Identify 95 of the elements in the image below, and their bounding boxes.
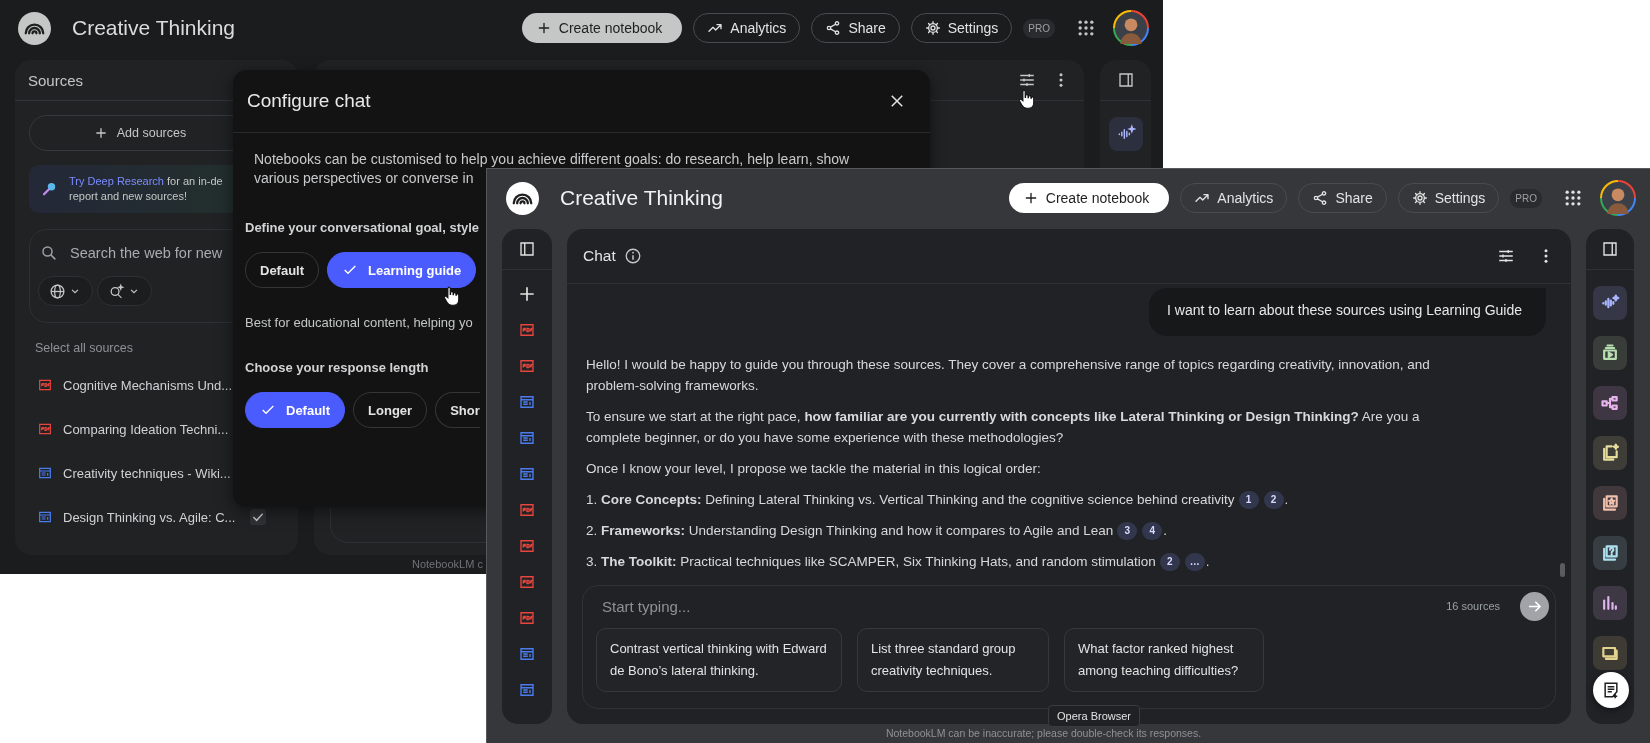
send-button[interactable] (1520, 591, 1549, 621)
disclaimer-text: NotebookLM c (412, 558, 483, 570)
studio-tool-button[interactable] (1593, 486, 1627, 520)
pro-badge: PRO (1023, 18, 1055, 38)
studio-tool-button[interactable] (1593, 636, 1627, 670)
tooltip: Opera Browser (1048, 705, 1140, 727)
close-icon[interactable] (888, 92, 906, 110)
response-paragraph: 3. The Toolkit: Practical techniques like SCAMPER, Six Thinking Hats, and random stimulation 2 … . (586, 551, 1211, 572)
gear-icon (1411, 190, 1428, 206)
sparkle-search-icon (108, 282, 125, 300)
web-page-icon (37, 465, 53, 481)
web-page-icon[interactable] (518, 393, 536, 411)
deep-research-link[interactable]: Try Deep Research (69, 175, 164, 187)
document-icon[interactable] (518, 537, 536, 555)
document-icon (37, 421, 53, 437)
response-paragraph: Once I know your level, I propose we tackle the material in this logical order: (586, 460, 1042, 478)
message-input[interactable]: Start typing... (602, 597, 691, 615)
create-notebook-button[interactable]: Create notebook (1008, 183, 1170, 213)
settings-sliders-icon[interactable] (1018, 71, 1036, 89)
studio-tool-button[interactable] (1593, 586, 1627, 620)
panel-toggle-icon[interactable] (1601, 240, 1619, 258)
panel-toggle-icon[interactable] (1116, 71, 1135, 89)
share-icon (825, 20, 842, 36)
citation-chip[interactable]: 1 (1238, 490, 1259, 509)
studio-tool-button[interactable] (1593, 536, 1627, 570)
source-item[interactable]: Comparing Ideation Techni... (63, 421, 229, 437)
audio-overview-button[interactable] (1108, 117, 1143, 151)
suggestion-chip[interactable]: List three standard group creativity techniques. (857, 628, 1049, 692)
avatar[interactable] (1113, 10, 1149, 46)
checkbox[interactable] (250, 509, 266, 525)
search-field[interactable]: Search the web for new (70, 245, 223, 261)
panel-toggle-icon[interactable] (518, 240, 536, 258)
response-paragraph: 1. Core Concepts: Defining Lateral Thinking vs. Vertical Thinking and the cognitive science behind creativity 1 2 . (586, 489, 1290, 510)
plus-icon[interactable] (517, 284, 537, 304)
response-paragraph: Hello! I would be happy to guide you through these sources. They cover a comprehensive range of topics regarding creativity, innovation, and problem-solving frameworks. (586, 356, 1431, 395)
settings-sliders-icon[interactable] (1497, 247, 1515, 265)
web-page-icon[interactable] (518, 465, 536, 483)
logo-icon (506, 181, 539, 215)
create-notebook-button[interactable]: Create notebook (521, 13, 683, 43)
search-icon (40, 244, 58, 262)
citation-chip[interactable]: 2 (1159, 552, 1180, 571)
logo-icon (18, 11, 51, 45)
section-label: Choose your response length (245, 360, 429, 375)
suggestion-chip[interactable]: What factor ranked highest among teaching difficulties? (1064, 628, 1264, 692)
panel-title: Chat (583, 247, 616, 265)
document-icon (37, 377, 53, 393)
gear-icon (924, 20, 941, 36)
share-icon (1312, 190, 1329, 206)
dialog-description: various perspectives or converse in (254, 169, 475, 188)
note-icon (1601, 680, 1621, 700)
response-paragraph: 2. Frameworks: Understanding Design Thinking and how it compares to Agile and Lean 3 4 . (586, 520, 1169, 541)
goal-option-chip[interactable]: Learning guide (327, 252, 477, 288)
apps-grid-icon[interactable] (1076, 18, 1096, 38)
globe-icon (49, 282, 66, 300)
research-mode-dropdown[interactable] (97, 276, 152, 306)
section-label: Define your conversational goal, style (245, 220, 480, 235)
web-source-dropdown[interactable] (38, 276, 93, 306)
option-description: Best for educational content, helping yo (245, 315, 473, 330)
promo-text: Try Deep Research for an in-de report and new sources! (69, 174, 223, 204)
studio-tool-button[interactable] (1593, 386, 1627, 420)
citation-chip[interactable]: 4 (1142, 521, 1163, 540)
web-page-icon[interactable] (518, 681, 536, 699)
info-icon[interactable] (623, 247, 642, 265)
web-page-icon[interactable] (518, 429, 536, 447)
apps-grid-icon[interactable] (1563, 188, 1583, 208)
studio-tool-button[interactable] (1593, 436, 1627, 470)
document-icon[interactable] (518, 573, 536, 591)
web-page-icon (37, 509, 53, 525)
source-count: 16 sources (1446, 600, 1500, 612)
notebook-title: Creative Thinking (72, 16, 236, 40)
response-paragraph: To ensure we start at the right pace, how familiar are you currently with concepts like Lateral Thinking or Design Thinking? Are you a complete beginner, or do you have some experience with these methodologies? (586, 408, 1421, 447)
document-icon[interactable] (518, 321, 536, 339)
length-option-chip[interactable]: Default (245, 392, 346, 428)
user-message: I want to learn about these sources using Learning Guide (1149, 288, 1546, 336)
source-item[interactable]: Cognitive Mechanisms Und... (63, 377, 233, 393)
source-item[interactable]: Design Thinking vs. Agile: C... (63, 509, 236, 525)
panel-title: Sources (28, 71, 84, 89)
document-icon[interactable] (518, 357, 536, 375)
citation-chip[interactable]: 2 (1263, 490, 1284, 509)
document-icon[interactable] (518, 609, 536, 627)
document-icon[interactable] (518, 501, 536, 519)
studio-tool-button[interactable] (1593, 286, 1627, 320)
pro-badge: PRO (1510, 188, 1542, 208)
source-item[interactable]: Creativity techniques - Wiki... (63, 465, 231, 481)
citation-chip[interactable]: 3 (1117, 521, 1138, 540)
notebook-title: Creative Thinking (560, 186, 724, 210)
web-page-icon[interactable] (518, 645, 536, 663)
citation-chip[interactable]: … (1184, 552, 1205, 571)
dialog-description: Notebooks can be customised to help you achieve different goals: do research, help learn, show (254, 150, 850, 169)
suggestion-chip[interactable]: Contrast vertical thinking with Edward de Bono’s lateral thinking. (596, 628, 842, 692)
disclaimer-text: NotebookLM can be inaccurate; please double-check its responses. (885, 727, 1202, 739)
avatar[interactable] (1600, 180, 1636, 216)
scrollbar[interactable] (1560, 563, 1565, 577)
studio-tool-button[interactable] (1593, 336, 1627, 370)
dialog-title: Configure chat (247, 90, 372, 112)
